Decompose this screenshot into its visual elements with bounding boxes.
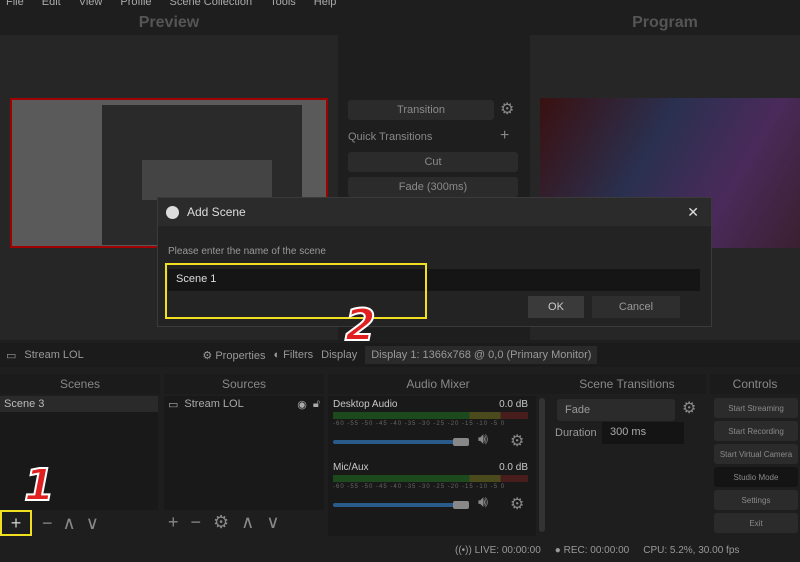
live-status: ((•)) LIVE: 00:00:00 bbox=[455, 545, 541, 556]
move-up-icon[interactable]: ∧ bbox=[63, 513, 76, 534]
lock-icon[interactable]: 🔓︎ bbox=[313, 398, 320, 411]
add-scene-button[interactable]: + bbox=[0, 510, 32, 536]
source-toolbar: ▭ Stream LOL ⚙ Properties ◐ Filters Disp… bbox=[0, 343, 800, 367]
sources-list[interactable]: ▭ Stream LOL ◉ 🔓︎ bbox=[164, 396, 324, 510]
cpu-status: CPU: 5.2%, 30.00 fps bbox=[643, 545, 740, 556]
monitor-icon: ▭ bbox=[168, 399, 179, 411]
cut-button[interactable]: Cut bbox=[348, 152, 518, 172]
controls-title: Controls bbox=[710, 374, 800, 394]
channel-name: Mic/Aux bbox=[333, 462, 369, 473]
speaker-icon[interactable]: 🔊︎ bbox=[478, 431, 488, 449]
highlight-box bbox=[165, 263, 427, 319]
start-recording-button[interactable]: Start Recording bbox=[714, 421, 798, 441]
menu-file[interactable]: File bbox=[6, 0, 24, 10]
sources-toolbar: + − ⚙ ∧ ∨ bbox=[168, 512, 280, 533]
close-icon[interactable]: ✕ bbox=[687, 204, 699, 221]
transition-type-select[interactable]: Fade bbox=[557, 399, 675, 421]
quick-transitions-label: Quick Transitions bbox=[348, 131, 433, 143]
scenes-toolbar: + − ∧ ∨ bbox=[0, 510, 160, 536]
exit-button[interactable]: Exit bbox=[714, 513, 798, 533]
gear-icon[interactable]: ⚙ bbox=[510, 431, 524, 451]
meter-scale: -60 -55 -50 -45 -40 -35 -30 -25 -20 -15 … bbox=[333, 484, 506, 490]
annotation-step-1: 1 bbox=[23, 459, 56, 512]
slider-handle[interactable] bbox=[453, 438, 469, 446]
controls-panel: Start Streaming Start Recording Start Vi… bbox=[714, 398, 798, 533]
studio-mode-button[interactable]: Studio Mode bbox=[714, 467, 798, 487]
channel-name: Desktop Audio bbox=[333, 399, 398, 410]
annotation-step-2: 2 bbox=[344, 299, 377, 352]
gear-icon[interactable]: ⚙ bbox=[500, 99, 514, 119]
monitor-icon: ▭ bbox=[6, 349, 17, 362]
start-streaming-button[interactable]: Start Streaming bbox=[714, 398, 798, 418]
channel-db: 0.0 dB bbox=[499, 399, 528, 410]
program-title: Program bbox=[632, 14, 698, 31]
audio-mixer-title: Audio Mixer bbox=[328, 374, 548, 394]
volume-slider[interactable] bbox=[333, 503, 468, 507]
add-source-button[interactable]: + bbox=[168, 512, 179, 533]
plus-icon[interactable]: + bbox=[500, 127, 509, 145]
move-down-icon[interactable]: ∨ bbox=[266, 512, 279, 533]
scene-item[interactable]: Scene 3 bbox=[0, 396, 158, 412]
volume-meter bbox=[333, 475, 528, 482]
obs-logo-icon bbox=[166, 205, 179, 219]
display-select[interactable]: Display 1: 1366x768 @ 0,0 (Primary Monit… bbox=[365, 346, 598, 364]
menu-bar: File Edit View Profile Scene Collection … bbox=[0, 0, 336, 10]
audio-mixer: Desktop Audio 0.0 dB -60 -55 -50 -45 -40… bbox=[328, 396, 536, 536]
transition-button[interactable]: Transition bbox=[348, 100, 494, 120]
menu-tools[interactable]: Tools bbox=[270, 0, 296, 10]
gear-icon[interactable]: ⚙ bbox=[682, 398, 696, 418]
scene-transitions-title: Scene Transitions bbox=[548, 374, 706, 394]
fade-button[interactable]: Fade (300ms) bbox=[348, 177, 518, 197]
remove-source-button[interactable]: − bbox=[191, 512, 202, 533]
audio-scrollbar[interactable] bbox=[539, 398, 545, 532]
remove-scene-button[interactable]: − bbox=[42, 513, 53, 534]
scenes-title: Scenes bbox=[0, 374, 160, 394]
broadcast-icon: ((•)) bbox=[455, 545, 472, 556]
rec-time: REC: 00:00:00 bbox=[563, 545, 630, 556]
filters-label: Filters bbox=[283, 349, 314, 361]
record-dot-icon: ● bbox=[554, 545, 561, 556]
speaker-icon[interactable]: 🔊︎ bbox=[478, 494, 488, 512]
selected-source-name: Stream LOL bbox=[24, 349, 84, 361]
add-scene-dialog: Add Scene ✕ Please enter the name of the… bbox=[157, 197, 712, 327]
duration-input[interactable]: 300 ms bbox=[602, 422, 684, 444]
menu-view[interactable]: View bbox=[79, 0, 103, 10]
properties-label: Properties bbox=[215, 349, 266, 362]
meter-scale: -60 -55 -50 -45 -40 -35 -30 -25 -20 -15 … bbox=[333, 421, 506, 427]
filters-button[interactable]: ◐ Filters bbox=[273, 349, 313, 361]
slider-handle[interactable] bbox=[453, 501, 469, 509]
gear-icon[interactable]: ⚙ bbox=[510, 494, 524, 514]
volume-slider[interactable] bbox=[333, 440, 468, 444]
live-time: LIVE: 00:00:00 bbox=[474, 545, 541, 556]
source-item[interactable]: ▭ Stream LOL ◉ 🔓︎ bbox=[164, 396, 324, 413]
menu-scene-collection[interactable]: Scene Collection bbox=[170, 0, 253, 10]
sources-title: Sources bbox=[164, 374, 324, 394]
menu-profile[interactable]: Profile bbox=[120, 0, 151, 10]
channel-db: 0.0 dB bbox=[499, 462, 528, 473]
cancel-button[interactable]: Cancel bbox=[592, 296, 680, 318]
menu-help[interactable]: Help bbox=[314, 0, 337, 10]
move-up-icon[interactable]: ∧ bbox=[241, 512, 254, 533]
menu-edit[interactable]: Edit bbox=[42, 0, 61, 10]
duration-label: Duration bbox=[555, 427, 597, 439]
move-down-icon[interactable]: ∨ bbox=[86, 513, 99, 534]
preview-title: Preview bbox=[138, 14, 200, 31]
volume-meter bbox=[333, 412, 528, 419]
ok-button[interactable]: OK bbox=[528, 296, 584, 318]
source-name: Stream LOL bbox=[184, 398, 244, 410]
status-bar: ((•)) LIVE: 00:00:00 ● REC: 00:00:00 CPU… bbox=[455, 545, 739, 556]
dialog-titlebar: Add Scene ✕ bbox=[158, 198, 711, 226]
settings-button[interactable]: Settings bbox=[714, 490, 798, 510]
rec-status: ● REC: 00:00:00 bbox=[555, 545, 629, 556]
dialog-prompt: Please enter the name of the scene bbox=[168, 246, 326, 257]
properties-button[interactable]: ⚙ Properties bbox=[202, 349, 265, 362]
start-virtual-camera-button[interactable]: Start Virtual Camera bbox=[714, 444, 798, 464]
eye-icon[interactable]: ◉ bbox=[297, 398, 307, 411]
scene-name-input[interactable]: Scene 1 bbox=[176, 273, 216, 285]
dialog-title: Add Scene bbox=[187, 205, 246, 219]
gear-icon[interactable]: ⚙ bbox=[213, 512, 229, 533]
